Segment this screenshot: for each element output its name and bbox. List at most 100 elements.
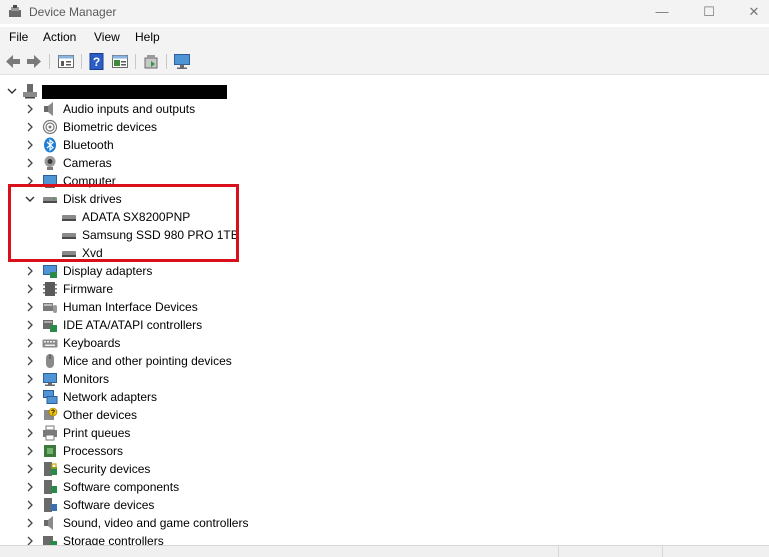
chevron-right-icon[interactable] bbox=[24, 426, 36, 440]
tree-item-label: Bluetooth bbox=[63, 138, 114, 152]
computer-icon bbox=[23, 84, 37, 99]
tree-item-firmware[interactable]: Firmware bbox=[0, 280, 320, 298]
tree-item-human-interface-devices[interactable]: Human Interface Devices bbox=[0, 298, 320, 316]
software-device-icon bbox=[44, 498, 57, 512]
forward-arrow-icon[interactable] bbox=[25, 53, 43, 70]
svg-text:?: ? bbox=[93, 55, 100, 69]
tree-item-label: Processors bbox=[63, 444, 124, 458]
hid-icon bbox=[43, 303, 57, 313]
chevron-right-icon[interactable] bbox=[24, 444, 36, 458]
camera-icon bbox=[44, 156, 56, 170]
firmware-icon bbox=[43, 282, 57, 296]
status-separator bbox=[558, 546, 559, 557]
tree-item-keyboards[interactable]: Keyboards bbox=[0, 334, 320, 352]
chevron-right-icon[interactable] bbox=[24, 372, 36, 386]
menu-action[interactable]: Action bbox=[43, 30, 76, 44]
properties-icon[interactable] bbox=[57, 53, 75, 70]
help-icon[interactable]: ? bbox=[88, 53, 106, 70]
software-component-icon bbox=[44, 480, 57, 494]
tree-item-sound-video-game-controllers[interactable]: Sound, video and game controllers bbox=[0, 514, 320, 532]
mouse-icon bbox=[46, 354, 54, 368]
monitor-scan-icon[interactable] bbox=[173, 53, 191, 70]
toolbar-separator bbox=[166, 54, 167, 69]
tree-item-label: Cameras bbox=[63, 156, 112, 170]
chevron-right-icon[interactable] bbox=[24, 462, 36, 476]
window-title: Device Manager bbox=[29, 5, 117, 19]
tree-item-software-components[interactable]: Software components bbox=[0, 478, 320, 496]
chevron-right-icon[interactable] bbox=[24, 480, 36, 494]
chevron-right-icon[interactable] bbox=[24, 408, 36, 422]
tree-item-cameras[interactable]: Cameras bbox=[0, 154, 320, 172]
tree-item-processors[interactable]: Processors bbox=[0, 442, 320, 460]
chevron-right-icon[interactable] bbox=[24, 354, 36, 368]
tree-item-display-adapters[interactable]: Display adapters bbox=[0, 262, 320, 280]
tree-item-other-devices[interactable]: ? Other devices bbox=[0, 406, 320, 424]
chevron-down-icon[interactable] bbox=[6, 84, 18, 98]
device-manager-icon bbox=[9, 5, 21, 17]
maximize-button[interactable]: ☐ bbox=[686, 0, 732, 24]
tree-item-label: Security devices bbox=[63, 462, 151, 476]
tree-item-label: Mice and other pointing devices bbox=[63, 354, 232, 368]
tree-item-security-devices[interactable]: Security devices bbox=[0, 460, 320, 478]
chevron-right-icon[interactable] bbox=[24, 516, 36, 530]
toolbar-separator bbox=[49, 54, 50, 69]
toolbar: ? bbox=[0, 49, 769, 75]
tree-item-bluetooth[interactable]: Bluetooth bbox=[0, 136, 320, 154]
tree-item-print-queues[interactable]: Print queues bbox=[0, 424, 320, 442]
status-separator bbox=[662, 546, 663, 557]
chevron-right-icon[interactable] bbox=[24, 318, 36, 332]
tree-item-network-adapters[interactable]: Network adapters bbox=[0, 388, 320, 406]
fingerprint-icon bbox=[42, 119, 58, 135]
tree-item-biometric-devices[interactable]: Biometric devices bbox=[0, 118, 320, 136]
tree-item-label: Monitors bbox=[63, 372, 110, 386]
status-bar bbox=[0, 545, 769, 557]
ide-controller-icon bbox=[43, 320, 57, 332]
svg-text:?: ? bbox=[51, 410, 55, 417]
chevron-right-icon[interactable] bbox=[24, 156, 36, 170]
tree-item-label: Audio inputs and outputs bbox=[63, 102, 196, 116]
tree-item-label: Software devices bbox=[63, 498, 155, 512]
back-arrow-icon[interactable] bbox=[4, 53, 22, 70]
chevron-right-icon[interactable] bbox=[24, 498, 36, 512]
printer-icon bbox=[43, 425, 57, 441]
tree-item-label: Other devices bbox=[63, 408, 138, 422]
processor-icon bbox=[44, 445, 56, 457]
tree-item-label: Keyboards bbox=[63, 336, 121, 350]
display-adapter-icon bbox=[43, 265, 57, 278]
show-hide-icon[interactable] bbox=[111, 53, 129, 70]
tree-item-audio-inputs-outputs[interactable]: Audio inputs and outputs bbox=[0, 100, 320, 118]
chevron-right-icon[interactable] bbox=[24, 336, 36, 350]
chevron-right-icon[interactable] bbox=[24, 390, 36, 404]
menu-help[interactable]: Help bbox=[135, 30, 160, 44]
tree-item-software-devices[interactable]: Software devices bbox=[0, 496, 320, 514]
menu-bar: File Action View Help bbox=[0, 27, 769, 49]
tree-item-label: Sound, video and game controllers bbox=[63, 516, 249, 530]
tree-item-label: Network adapters bbox=[63, 390, 158, 404]
tree-item-ide-ata-atapi-controllers[interactable]: IDE ATA/ATAPI controllers bbox=[0, 316, 320, 334]
chevron-right-icon[interactable] bbox=[24, 102, 36, 116]
security-device-icon bbox=[44, 462, 57, 476]
tree-item-label: Biometric devices bbox=[63, 120, 158, 134]
tree-item-label: Firmware bbox=[63, 282, 113, 296]
menu-file[interactable]: File bbox=[9, 30, 28, 44]
chevron-right-icon[interactable] bbox=[24, 264, 36, 278]
close-button[interactable]: ✕ bbox=[731, 0, 769, 24]
tree-item-monitors[interactable]: Monitors bbox=[0, 370, 320, 388]
tree-item-label: Software components bbox=[63, 480, 180, 494]
chevron-right-icon[interactable] bbox=[24, 300, 36, 314]
chevron-right-icon[interactable] bbox=[24, 282, 36, 296]
redacted-computer-name bbox=[42, 85, 227, 99]
title-bar: Device Manager — ☐ ✕ bbox=[0, 0, 769, 24]
update-driver-icon[interactable] bbox=[142, 53, 160, 70]
tree-item-label: Display adapters bbox=[63, 264, 153, 278]
bluetooth-icon bbox=[44, 137, 56, 153]
menu-view[interactable]: View bbox=[94, 30, 120, 44]
keyboard-icon bbox=[42, 339, 58, 348]
tree-item-mice[interactable]: Mice and other pointing devices bbox=[0, 352, 320, 370]
minimize-button[interactable]: — bbox=[639, 0, 685, 24]
chevron-right-icon[interactable] bbox=[24, 120, 36, 134]
network-adapter-icon bbox=[43, 390, 58, 404]
toolbar-separator bbox=[81, 54, 82, 69]
chevron-right-icon[interactable] bbox=[24, 138, 36, 152]
tree-root[interactable] bbox=[0, 82, 300, 100]
